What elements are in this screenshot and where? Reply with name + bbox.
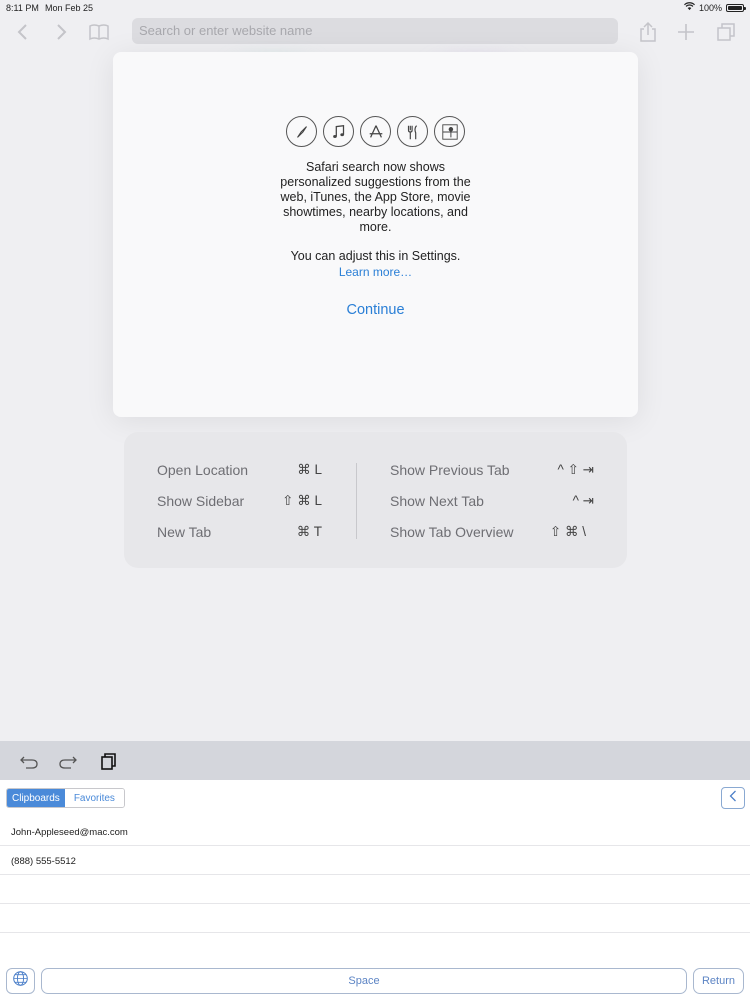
battery-percent: 100% xyxy=(698,2,722,13)
popup-icon-row xyxy=(286,116,465,147)
back-icon[interactable] xyxy=(11,20,35,44)
adjust-settings-text: You can adjust this in Settings. xyxy=(290,249,461,263)
message-line: web, iTunes, the App Store, movie xyxy=(280,190,471,204)
collapse-button[interactable] xyxy=(721,787,745,809)
shortcut-label: Show Next Tab xyxy=(390,493,484,509)
shortcut-label: New Tab xyxy=(157,524,212,540)
redo-icon[interactable] xyxy=(58,751,78,771)
bookmarks-icon[interactable] xyxy=(87,20,111,44)
new-tab-icon[interactable] xyxy=(674,20,698,44)
message-line: showtimes, nearby locations, and xyxy=(283,205,468,219)
forward-icon[interactable] xyxy=(49,20,73,44)
continue-button[interactable]: Continue xyxy=(293,302,458,318)
shortcut-keys: ⌘ L xyxy=(297,462,322,477)
fork-knife-icon xyxy=(397,116,428,147)
chevron-left-icon xyxy=(728,789,738,808)
shortcut-label: Show Tab Overview xyxy=(390,524,514,540)
battery-fill xyxy=(728,5,742,10)
share-icon[interactable] xyxy=(636,20,660,44)
search-input[interactable]: Search or enter website name xyxy=(132,18,618,44)
shortcut-keys: ⇧ ⌘ L xyxy=(282,493,322,508)
clipboard-item-empty xyxy=(0,904,750,933)
shortcut-keys: ^ ⇥ xyxy=(572,493,594,508)
music-note-icon xyxy=(323,116,354,147)
globe-icon xyxy=(12,970,29,992)
keyboard-accessory-bar xyxy=(0,741,750,780)
clipboard-keyboard: Clipboards Favorites John-Appleseed@mac.… xyxy=(0,780,750,1000)
clipboard-item[interactable]: John-Appleseed@mac.com xyxy=(0,817,750,846)
undo-icon[interactable] xyxy=(19,751,39,771)
shortcut-label: Show Previous Tab xyxy=(390,462,510,478)
clipboard-item[interactable]: (888) 555-5512 xyxy=(0,846,750,875)
globe-button[interactable] xyxy=(6,968,35,994)
tab-clipboards[interactable]: Clipboards xyxy=(7,789,65,807)
map-pin-icon xyxy=(434,116,465,147)
status-right: 100% xyxy=(684,2,746,13)
safari-suggestions-popup: Safari search now shows personalized sug… xyxy=(113,52,638,417)
shortcut-keys: ⌘ T xyxy=(296,524,322,539)
message-line: Safari search now shows xyxy=(306,160,445,174)
shortcut-label: Open Location xyxy=(157,462,249,478)
message-line: personalized suggestions from the xyxy=(280,175,471,189)
tabs-icon[interactable] xyxy=(714,20,738,44)
shortcut-label: Show Sidebar xyxy=(157,493,245,509)
learn-more-link[interactable]: Learn more… xyxy=(233,265,518,279)
shortcut-keys: ^ ⇧ ⇥ xyxy=(557,462,594,477)
clipboard-item-empty xyxy=(0,875,750,904)
paste-icon[interactable] xyxy=(98,751,118,771)
app-store-icon xyxy=(360,116,391,147)
keyboard-shortcuts-panel: Open Location ⌘ L Show Sidebar ⇧ ⌘ L New… xyxy=(124,432,627,568)
compass-icon xyxy=(286,116,317,147)
shortcut-divider xyxy=(356,463,357,539)
status-date: Mon Feb 25 xyxy=(45,3,94,13)
clipboard-segment-control: Clipboards Favorites xyxy=(6,788,125,808)
status-bar: 8:11 PM Mon Feb 25 100% xyxy=(0,0,750,16)
return-key[interactable]: Return xyxy=(693,968,744,994)
popup-message: Safari search now shows personalized sug… xyxy=(263,160,488,235)
wifi-icon xyxy=(684,2,695,13)
message-line: more. xyxy=(359,220,392,234)
space-key[interactable]: Space xyxy=(41,968,687,994)
keyboard-bottom-row: Space Return xyxy=(0,966,750,1000)
shortcut-keys: ⇧ ⌘ \ xyxy=(549,524,586,539)
battery-icon xyxy=(726,3,746,12)
status-time: 8:11 PM xyxy=(6,3,39,13)
tab-favorites[interactable]: Favorites xyxy=(64,789,124,807)
